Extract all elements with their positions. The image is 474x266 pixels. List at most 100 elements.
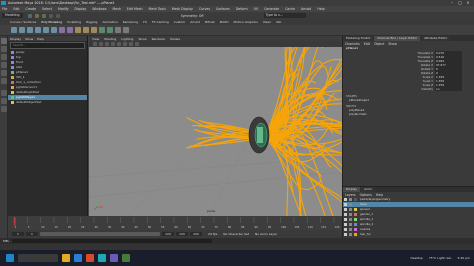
time-slider[interactable]: 1 5 10 15 20 25 30 35 40 45 50 55 60 65 70 75 80 85 90 95 10… [8,216,342,230]
torus-icon[interactable] [43,27,49,33]
menu-help[interactable]: Help [317,7,324,11]
channel-attribute[interactable]: Visibility on [343,87,474,91]
shelf-tab[interactable]: Poly Modeling [41,20,62,24]
menu-mesh[interactable]: Mesh [113,7,121,11]
outliner-menu-help[interactable]: Help [37,37,44,41]
undo-icon[interactable] [48,13,53,18]
range-slider[interactable] [40,232,160,236]
taskbar-search-box[interactable] [18,254,58,262]
viewport-menu-show[interactable]: Show [138,37,146,41]
visibility-toggle[interactable] [344,233,347,236]
layer-menu-help[interactable]: Help [376,193,383,197]
shelf-tab[interactable]: Motion Graphics [233,20,257,24]
shelf-tab[interactable]: XGen [263,20,271,24]
shelf-tab[interactable]: Rigging [86,20,97,24]
menu-arnold[interactable]: Arnold [301,7,311,11]
visibility-toggle[interactable] [344,213,347,216]
multicut-icon[interactable] [99,27,105,33]
menu-curves[interactable]: Curves [199,7,210,11]
redo-icon[interactable] [55,13,60,18]
viewport-menu-renderer[interactable]: Renderer [152,37,166,41]
shelf-tab[interactable]: Sculpting [67,20,81,24]
target-weld-icon[interactable] [107,27,113,33]
playback-toggle[interactable] [349,228,352,231]
shelf-tab[interactable]: FX Caching [152,20,169,24]
menu-edit[interactable]: Edit [13,7,19,11]
menu-mesh-tools[interactable]: Mesh Tools [149,7,166,11]
layer-color-swatch[interactable] [354,228,357,231]
menu-windows[interactable]: Windows [92,7,106,11]
sphere-icon[interactable] [11,27,17,33]
plane-icon[interactable] [51,27,57,33]
shelf-tab[interactable]: MASH [220,20,229,24]
playback-toggle[interactable] [349,213,352,216]
select-tool-icon[interactable] [1,38,7,44]
save-scene-icon[interactable] [41,13,46,18]
chrome-icon[interactable] [86,254,94,262]
shelf-tab[interactable]: Arnold [190,20,200,24]
playback-toggle[interactable] [349,223,352,226]
playback-toggle[interactable] [349,233,352,236]
menu-uv[interactable]: UV [254,7,259,11]
combine-icon[interactable] [59,27,65,33]
tab-anim-layers[interactable]: Anim [361,187,375,192]
tab-modeling-toolkit[interactable]: Modeling Toolkit [343,36,374,41]
app-icon[interactable] [110,254,118,262]
move-tool-icon[interactable] [1,62,7,68]
bevel-icon[interactable] [83,27,89,33]
search-field[interactable]: Type to s... [263,13,306,18]
menu-file[interactable]: File [2,7,7,11]
viewport-menu-shading[interactable]: Shading [104,37,116,41]
pplane-mesh[interactable] [248,116,270,154]
taskbar-desktop-label[interactable]: Desktop [410,256,422,260]
current-time-marker[interactable] [14,217,16,226]
cube-icon[interactable] [19,27,25,33]
mirror-icon[interactable] [123,27,129,33]
menu-create[interactable]: Create [26,7,37,11]
fps-select[interactable]: 24 fps [208,232,217,236]
extrude-icon[interactable] [75,27,81,33]
menu-mesh-display[interactable]: Mesh Display [172,7,193,11]
new-scene-icon[interactable] [27,13,32,18]
end2-time-field[interactable]: 200 [190,232,202,236]
tab-display-layers[interactable]: Display [343,187,361,192]
layer-color-swatch[interactable] [354,203,357,206]
end-time-field[interactable]: 120 [176,232,188,236]
mel-input[interactable] [12,239,213,243]
anim-layer-select[interactable]: No Anim Layer [255,232,277,236]
shelf-tab[interactable]: Bifrost [205,20,215,24]
playback-toggle[interactable] [349,203,352,206]
menu-select[interactable]: Select [42,7,52,11]
range-end-field[interactable]: 120 [162,232,174,236]
shadows-icon[interactable] [123,42,127,46]
layer-color-swatch[interactable] [354,223,357,226]
camera-select-icon[interactable] [93,42,97,46]
app-icon[interactable] [122,254,130,262]
viewport-canvas[interactable]: persp [89,47,342,216]
shelf-tab[interactable]: Yeti [276,20,281,24]
start-time-field[interactable]: 1 [12,232,24,236]
file-explorer-icon[interactable] [62,254,70,262]
shelf-tab[interactable]: Curves / Surfaces [10,20,36,24]
playback-toggle[interactable] [349,218,352,221]
menu-deform[interactable]: Deform [236,7,248,11]
shelf-tab[interactable]: Rendering [123,20,138,24]
visibility-toggle[interactable] [344,218,347,221]
layer-color-swatch[interactable] [354,198,357,201]
tab-channel-box[interactable]: Channel Box / Layer Editor [374,36,421,41]
isolate-icon[interactable] [135,42,139,46]
cb-menu-edit[interactable]: Edit [364,42,370,46]
range-start-field[interactable]: 1 [26,232,38,236]
cb-menu-show[interactable]: Show [388,42,397,46]
single-view-icon[interactable] [1,90,7,96]
character-set-select[interactable]: No Character Set [223,232,249,236]
menu-generate[interactable]: Generate [264,7,279,11]
layer-color-swatch[interactable] [354,233,357,236]
viewport-menu-panels[interactable]: Panels [170,37,180,41]
tab-attribute-editor[interactable]: Attribute Editor [421,36,451,41]
menu-surfaces[interactable]: Surfaces [216,7,230,11]
visibility-toggle[interactable] [344,208,347,211]
outliner-item[interactable]: defaultObjectSet [8,100,87,105]
outliner-menu-show[interactable]: Show [25,37,33,41]
menu-edit-mesh[interactable]: Edit Mesh [127,7,143,11]
